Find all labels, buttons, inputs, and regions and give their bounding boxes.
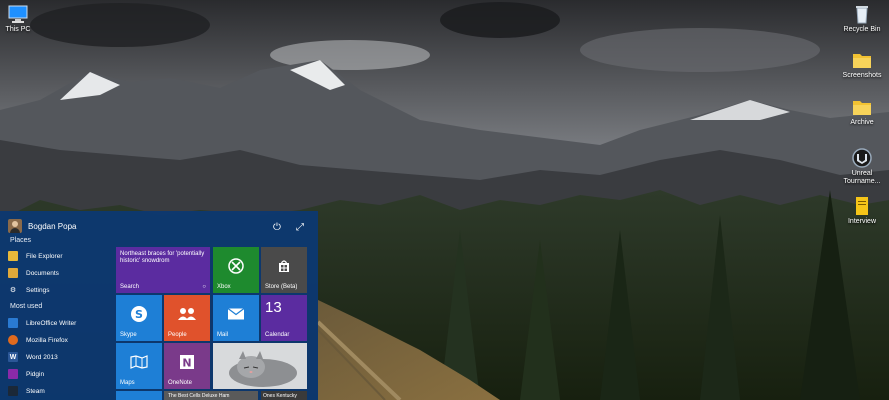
tile-calendar[interactable]: 13 Calendar [261,295,307,341]
tile-label: Calendar [265,332,290,338]
desktop-icon-this-pc[interactable]: This PC [0,4,42,34]
circle-icon: ○ [202,284,206,290]
expand-button[interactable]: ⤢ [296,217,304,235]
folder-icon [853,101,871,115]
start-item-pidgin[interactable]: Pidgin [8,367,108,381]
start-item-steam[interactable]: Steam [8,384,108,398]
tile-people[interactable]: People [164,295,210,341]
tile-maps[interactable]: Maps [116,343,162,389]
document-icon [856,197,868,215]
onenote-icon: N [180,355,194,370]
firefox-icon [8,335,18,345]
game-icon [852,148,872,168]
start-item-firefox[interactable]: Mozilla Firefox [8,333,108,347]
tile-label: OneNote [168,380,193,386]
power-button[interactable]: ⏻ [273,217,281,235]
steam-icon [8,386,18,396]
user-name: Bogdan Popa [28,221,77,231]
start-item-settings[interactable]: ⚙ Settings [8,283,108,297]
tile-sports-bottom[interactable]: Ones Kentucky [261,391,307,400]
desktop-icon-archive[interactable]: Archive [838,97,886,127]
map-icon [130,355,148,370]
start-item-label: Settings [26,286,50,294]
tile-onenote[interactable]: N OneNote [164,343,210,389]
start-item-word[interactable]: W Word 2013 [8,350,108,364]
desktop: This PC Recycle Bin Screenshots Archive … [0,0,889,400]
computer-icon [8,5,28,23]
start-item-label: Pidgin [26,370,45,378]
tile-search[interactable]: Northeast braces for 'potentially histor… [116,247,210,293]
folder-icon [853,54,871,68]
tile-photos[interactable] [213,343,307,389]
tile-label: Search [120,284,140,290]
start-item-label: Steam [26,387,45,395]
calendar-day: 13 [265,299,282,316]
tile-xbox[interactable]: Xbox [213,247,259,293]
start-item-documents[interactable]: Documents [8,266,108,280]
power-icon: ⏻ [273,222,281,233]
start-item-label: Documents [26,269,59,277]
svg-text:S: S [135,308,143,321]
people-icon [178,308,196,321]
desktop-icon-interview[interactable]: Interview [838,196,886,226]
desktop-icon-screenshots[interactable]: Screenshots [838,50,886,80]
tile-store[interactable]: Store (Beta) [261,247,307,293]
svg-text:N: N [182,357,191,370]
tile-label: Skype [120,332,137,338]
desktop-icon-label: Interview [847,218,876,225]
tile-news-bottom[interactable]: The Best Cells Deluxe Ham [164,391,258,400]
documents-icon [8,268,18,278]
store-icon [279,260,289,273]
avatar [8,219,22,233]
search-news-text: Northeast braces for 'potentially histor… [120,251,205,264]
word-icon: W [8,352,18,362]
start-item-label: Word 2013 [26,353,58,361]
desktop-icon-label: Unreal Tourname... [843,170,881,185]
most-used-heading: Most used [10,303,43,310]
start-item-label: Mozilla Firefox [26,336,68,344]
user-account-row[interactable]: Bogdan Popa [8,217,77,235]
tile-label: Store (Beta) [265,284,298,290]
tile-label: The Best Cells Deluxe Ham [168,393,230,399]
desktop-icon-label: Screenshots [842,72,882,79]
tile-label: People [168,332,187,338]
tile-label: Ones Kentucky [263,393,297,399]
desktop-icon-recycle-bin[interactable]: Recycle Bin [838,4,886,34]
tile-skype[interactable]: S Skype [116,295,162,341]
desktop-icon-label: This PC [5,26,31,33]
start-item-label: File Explorer [26,252,63,260]
start-menu-left-pane: Bogdan Popa Places File Explorer Documen… [0,211,112,400]
places-heading: Places [10,237,32,244]
libreoffice-writer-icon [8,318,18,328]
start-menu: Bogdan Popa Places File Explorer Documen… [0,211,318,400]
start-item-file-explorer[interactable]: File Explorer [8,249,108,263]
cat-photo [213,343,307,389]
expand-icon: ⤢ [296,222,304,233]
mail-icon [227,308,245,320]
start-item-label: LibreOffice Writer [26,319,77,327]
tile-label: Xbox [217,284,231,290]
skype-icon: S [131,306,147,323]
desktop-icon-label: Recycle Bin [843,26,881,33]
xbox-icon [228,258,244,275]
gear-icon: ⚙ [9,287,17,294]
tile-partial-1[interactable] [116,391,162,400]
pidgin-icon [8,369,18,379]
tile-label: Mail [217,332,229,338]
desktop-icon-label: Archive [850,119,874,126]
tile-mail[interactable]: Mail [213,295,259,341]
start-item-libreoffice-writer[interactable]: LibreOffice Writer [8,316,108,330]
folder-icon [8,251,18,261]
recycle-bin-icon [856,6,868,24]
desktop-icon-unreal-tournament[interactable]: Unreal Tourname... [838,148,886,186]
tile-label: Maps [120,380,135,386]
